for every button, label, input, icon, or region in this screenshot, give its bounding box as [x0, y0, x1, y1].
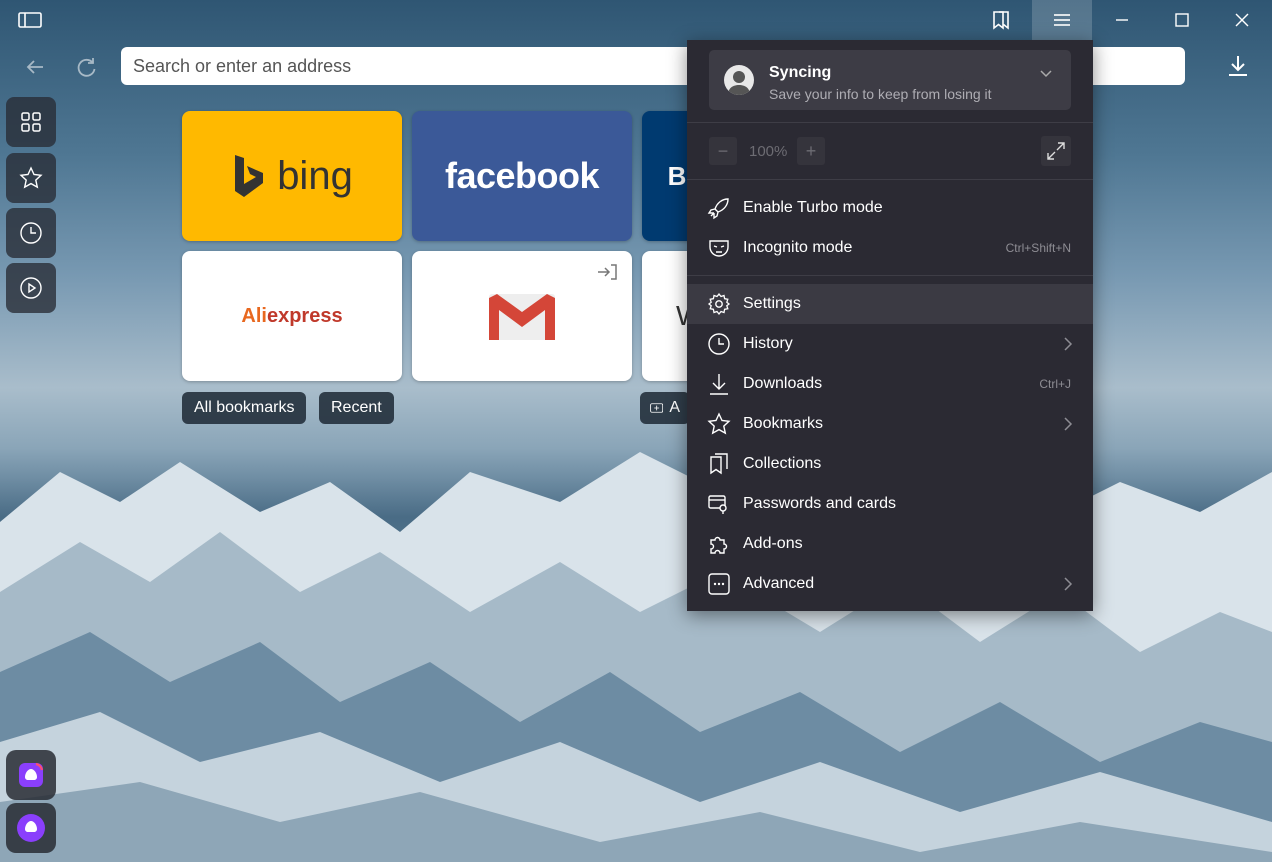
menu-item-addons[interactable]: Add-ons [687, 524, 1093, 564]
menu-item-label: History [743, 335, 793, 352]
divider [687, 179, 1093, 180]
menu-item-advanced[interactable]: Advanced [687, 564, 1093, 604]
menu-item-label: Downloads [743, 375, 823, 392]
menu-item-bookmarks[interactable]: Bookmarks [687, 404, 1093, 444]
menu-item-label: Add-ons [743, 535, 803, 552]
menu-item-label: Enable Turbo mode [743, 199, 883, 216]
tile-aliexpress[interactable]: Ali express [182, 251, 402, 381]
menu-item-label: Passwords and cards [743, 495, 896, 512]
menu-item-downloads[interactable]: Downloads Ctrl+J [687, 364, 1093, 404]
chevron-right-icon [1063, 417, 1073, 431]
downloads-icon[interactable] [1222, 50, 1254, 82]
sync-card[interactable]: Syncing Save your info to keep from losi… [709, 50, 1071, 110]
add-icon [650, 403, 664, 413]
clock-icon [20, 222, 42, 244]
minimize-icon [1116, 19, 1128, 21]
menu-item-incognito[interactable]: Incognito mode Ctrl+Shift+N [687, 228, 1093, 268]
alice-voice-icon [17, 814, 45, 842]
tile-gmail[interactable] [412, 251, 632, 381]
divider [687, 122, 1093, 123]
rocket-icon [707, 196, 731, 220]
play-icon [20, 277, 42, 299]
menu-item-label: Bookmarks [743, 415, 824, 432]
collections-icon [707, 452, 731, 476]
star-icon [707, 412, 731, 436]
more-icon [707, 572, 731, 596]
menu-item-passwords[interactable]: Passwords and cards [687, 484, 1093, 524]
star-icon [19, 166, 43, 189]
grid-icon [21, 112, 41, 132]
alice-voice-button[interactable] [6, 803, 56, 853]
clock-icon [707, 332, 731, 356]
chevron-right-icon [1063, 337, 1073, 351]
add-tile-button[interactable]: A [640, 392, 690, 424]
menu-item-collections[interactable]: Collections [687, 444, 1093, 484]
main-menu-button[interactable] [1032, 0, 1092, 40]
tile-label-express: express [266, 304, 343, 327]
reload-icon[interactable] [74, 54, 100, 80]
chevron-right-icon [1063, 577, 1073, 591]
close-button[interactable] [1212, 0, 1272, 40]
tile-bing[interactable]: bing [182, 111, 402, 241]
tile-label: facebook [444, 155, 600, 196]
alice-assistant-button[interactable] [6, 750, 56, 800]
gear-icon [707, 292, 731, 316]
gmail-logo-icon [489, 294, 555, 340]
sidebar-bookmarks-button[interactable] [6, 153, 56, 203]
bookmarks-panel-icon[interactable] [971, 0, 1031, 40]
chevron-down-icon[interactable] [1039, 66, 1053, 80]
sync-subtitle: Save your info to keep from losing it [769, 86, 992, 102]
chip-label: Recent [331, 399, 382, 416]
chip-label: All bookmarks [194, 399, 295, 416]
back-arrow-icon[interactable] [22, 54, 48, 80]
zoom-in-button[interactable]: + [797, 137, 825, 165]
menu-item-label: Settings [743, 295, 801, 312]
sidebar-history-button[interactable] [6, 208, 56, 258]
menu-item-turbo[interactable]: Enable Turbo mode [687, 188, 1093, 228]
fullscreen-button[interactable] [1041, 136, 1071, 166]
shortcut-label: Ctrl+J [1039, 377, 1071, 391]
zoom-out-button[interactable]: − [709, 137, 737, 165]
key-card-icon [707, 492, 731, 516]
close-icon [1235, 13, 1249, 27]
menu-item-label: Collections [743, 455, 822, 472]
maximize-button[interactable] [1152, 0, 1212, 40]
zoom-level: 100% [749, 143, 788, 160]
download-icon [707, 372, 731, 396]
divider [687, 275, 1093, 276]
avatar [724, 65, 754, 95]
alice-icon [19, 762, 44, 787]
tile-label: bing [277, 153, 353, 198]
menu-item-settings[interactable]: Settings [687, 284, 1093, 324]
hamburger-icon [1054, 14, 1070, 26]
chip-label: A [669, 399, 680, 416]
address-placeholder: Search or enter an address [133, 55, 352, 76]
puzzle-icon [707, 532, 731, 556]
menu-item-label: Advanced [743, 575, 815, 592]
tile-facebook[interactable]: facebook [412, 111, 632, 241]
open-in-icon[interactable] [596, 263, 618, 281]
recent-button[interactable]: Recent [319, 392, 394, 424]
mask-icon [707, 236, 731, 260]
fullscreen-icon [1047, 142, 1065, 160]
menu-item-label: Incognito mode [743, 239, 853, 256]
minimize-button[interactable] [1092, 0, 1152, 40]
zoom-plus-label: + [805, 140, 817, 161]
sidebar-media-button[interactable] [6, 263, 56, 313]
bing-logo-icon [235, 155, 264, 197]
sidebar-apps-button[interactable] [6, 97, 56, 147]
menu-item-history[interactable]: History [687, 324, 1093, 364]
title-bar [0, 0, 1272, 40]
sync-title: Syncing [769, 64, 832, 81]
all-bookmarks-button[interactable]: All bookmarks [182, 392, 307, 424]
tile-label: B [667, 160, 687, 191]
main-menu: Syncing Save your info to keep from losi… [687, 40, 1093, 611]
maximize-icon [1175, 13, 1189, 27]
tile-label-ali: Ali [241, 304, 267, 327]
shortcut-label: Ctrl+Shift+N [1005, 241, 1071, 255]
sidebar-toggle-icon[interactable] [18, 10, 42, 30]
zoom-minus-label: − [717, 140, 729, 161]
